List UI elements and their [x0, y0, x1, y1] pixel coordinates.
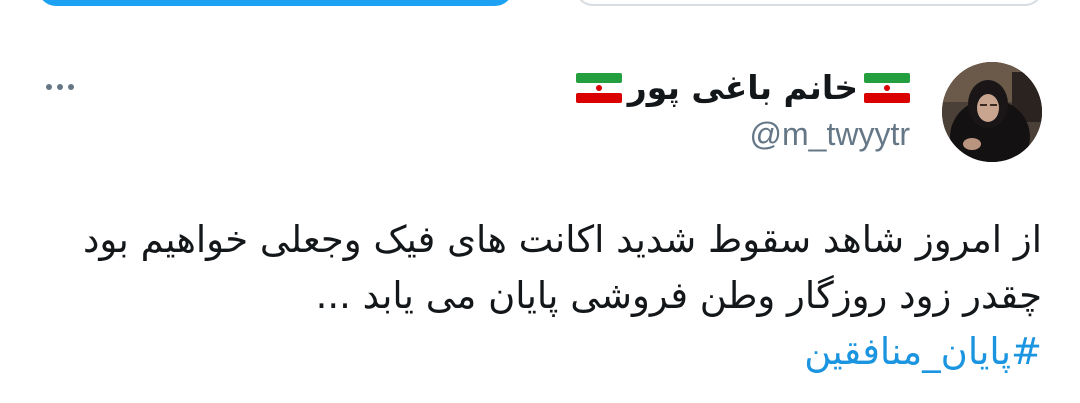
user-handle[interactable]: @m_twyytr — [410, 116, 910, 153]
more-options-button[interactable] — [46, 80, 86, 94]
avatar[interactable] — [942, 62, 1042, 162]
primary-action-button[interactable] — [38, 0, 513, 6]
tweet-card: خانم باغی پور @m_twyytr از امروز شاهد سق… — [0, 0, 1080, 403]
secondary-action-button[interactable] — [575, 0, 1043, 6]
tweet-text-line: از امروز شاهد سقوط شدید اکانت های فیک وج… — [82, 218, 1042, 261]
tweet-body: از امروز شاهد سقوط شدید اکانت های فیک وج… — [42, 212, 1042, 380]
hashtag-link[interactable]: #پایان_منافقین — [42, 324, 1042, 380]
more-dot-icon — [68, 84, 74, 90]
display-name[interactable]: خانم باغی پور — [628, 68, 858, 108]
tweet-text-line: چقدر زود روزگار وطن فروشی پایان می یابد … — [315, 274, 1042, 317]
avatar-photo-icon — [942, 62, 1042, 162]
iran-flag-icon — [864, 73, 910, 103]
more-dot-icon — [57, 84, 63, 90]
more-dot-icon — [46, 84, 52, 90]
iran-flag-icon — [575, 73, 622, 103]
tweet-header: خانم باغی پور @m_twyytr — [410, 62, 910, 153]
display-name-row[interactable]: خانم باغی پور — [410, 62, 910, 114]
